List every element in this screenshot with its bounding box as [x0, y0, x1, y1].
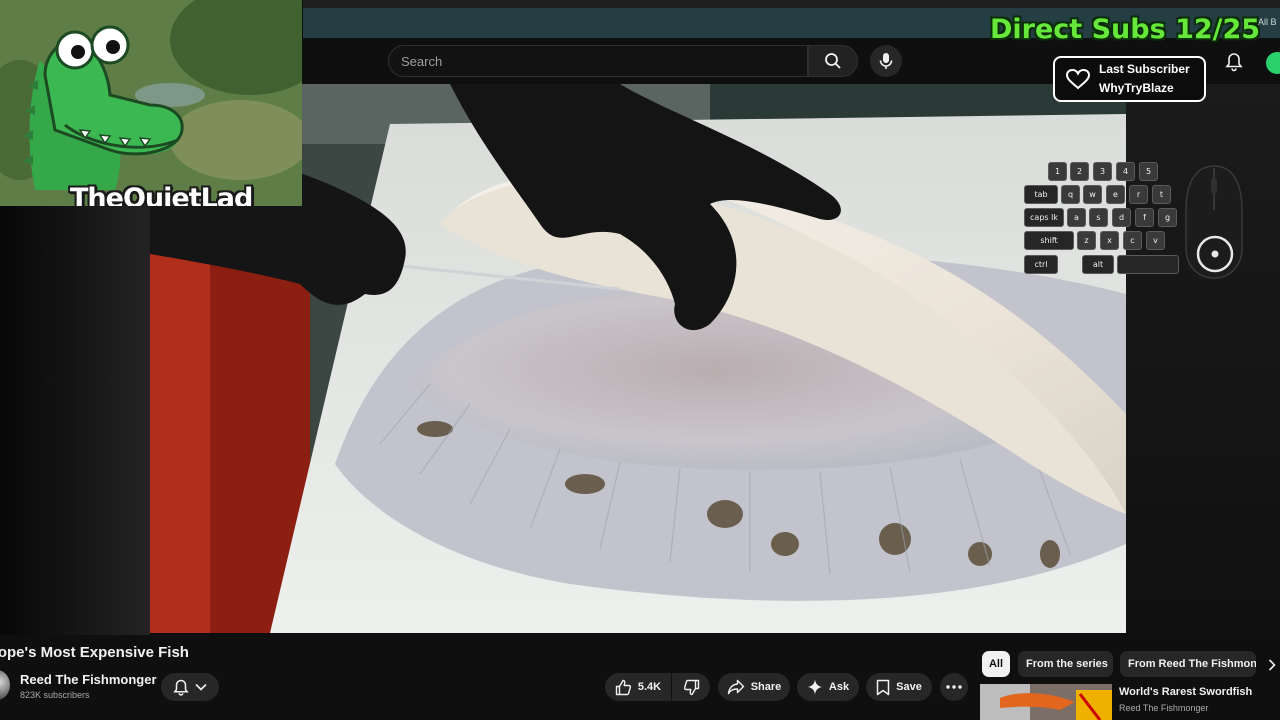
like-button[interactable]: 5.4K: [605, 673, 671, 701]
last-subscriber-text: Last Subscriber WhyTryBlaze: [1099, 60, 1190, 98]
chip-all[interactable]: All: [982, 651, 1010, 677]
share-button[interactable]: Share: [718, 673, 790, 701]
bookmark-icon: [876, 679, 890, 695]
recommendation-channel[interactable]: Reed The Fishmonger: [1119, 703, 1208, 713]
key-f: f: [1135, 208, 1154, 227]
key-1: 1: [1048, 162, 1067, 181]
key-5: 5: [1139, 162, 1158, 181]
key-g: g: [1158, 208, 1177, 227]
key-space: [1117, 255, 1179, 274]
voice-search-button[interactable]: [870, 45, 902, 77]
search-box[interactable]: [388, 45, 808, 77]
more-horizontal-icon: [946, 685, 962, 689]
like-count: 5.4K: [637, 681, 662, 693]
keyboard-overlay: 1 2 3 4 5 tab q w e r t caps lk a s d f …: [1024, 162, 1184, 280]
key-caps-lock: caps lk: [1024, 208, 1064, 227]
chip-from-the-series[interactable]: From the series: [1018, 651, 1113, 677]
webcam-overlay: TheQuietLad: [0, 0, 302, 206]
chevron-right-icon: [1268, 659, 1276, 671]
last-subscriber-name: WhyTryBlaze: [1099, 81, 1174, 95]
bell-icon: [173, 679, 189, 696]
key-z: z: [1077, 231, 1096, 250]
key-w: w: [1083, 185, 1102, 204]
mouse-overlay-icon: [1185, 165, 1243, 279]
save-button[interactable]: Save: [866, 673, 932, 701]
ask-button[interactable]: Ask: [797, 673, 859, 701]
key-q: q: [1061, 185, 1080, 204]
notifications-button[interactable]: [1222, 50, 1246, 74]
recommendation-thumbnail-image: [980, 684, 1112, 720]
browser-tab-strip: [303, 0, 1280, 8]
dislike-button[interactable]: [672, 673, 710, 701]
bell-icon: [1225, 53, 1243, 72]
video-title: rope's Most Expensive Fish: [0, 644, 189, 661]
channel-subscriber-count: 823K subscribers: [20, 690, 90, 700]
thumbs-up-icon: [615, 679, 631, 695]
subscription-bell-button[interactable]: [161, 673, 219, 701]
key-d: d: [1112, 208, 1131, 227]
ask-label: Ask: [828, 681, 850, 693]
subs-goal-counter: Direct Subs 12/25: [990, 14, 1261, 45]
key-shift: shift: [1024, 231, 1074, 250]
share-label: Share: [750, 681, 782, 693]
microphone-icon: [879, 53, 893, 69]
last-subscriber-label: Last Subscriber: [1099, 62, 1190, 76]
search-button[interactable]: [808, 45, 858, 77]
key-t: t: [1152, 185, 1171, 204]
key-4: 4: [1116, 162, 1135, 181]
last-subscriber-alert: Last Subscriber WhyTryBlaze: [1053, 56, 1206, 102]
chip-from-channel[interactable]: From Reed The Fishmonger: [1120, 651, 1256, 677]
recommendation-title[interactable]: World's Rarest Swordfish: [1119, 686, 1252, 698]
streamer-avatar-art: [0, 0, 302, 206]
key-s: s: [1089, 208, 1108, 227]
key-v: v: [1146, 231, 1165, 250]
heart-icon: [1065, 68, 1091, 90]
recommendation-thumbnail[interactable]: [980, 684, 1112, 720]
player-left-letterbox: [0, 205, 150, 635]
key-2: 2: [1070, 162, 1089, 181]
key-r: r: [1129, 185, 1148, 204]
share-icon: [727, 679, 744, 695]
search-input[interactable]: [401, 46, 801, 76]
key-3: 3: [1093, 162, 1112, 181]
chevron-down-icon: [195, 683, 207, 691]
streamer-name: TheQuietLad: [70, 183, 253, 206]
all-bookmarks-label: All B: [1258, 17, 1277, 27]
key-tab: tab: [1024, 185, 1058, 204]
thumbs-down-icon: [683, 679, 699, 695]
more-actions-button[interactable]: [940, 673, 968, 701]
key-ctrl: ctrl: [1024, 255, 1058, 274]
key-c: c: [1123, 231, 1142, 250]
key-a: a: [1067, 208, 1086, 227]
screen: All B Search TheQuietLad Direct Subs 12/…: [0, 0, 1280, 720]
key-e: e: [1106, 185, 1125, 204]
chips-next-button[interactable]: [1268, 658, 1276, 674]
channel-avatar[interactable]: [0, 670, 10, 700]
key-alt: alt: [1082, 255, 1114, 274]
search-icon: [825, 53, 841, 69]
save-label: Save: [896, 681, 922, 693]
key-x: x: [1100, 231, 1119, 250]
channel-name-link[interactable]: Reed The Fishmonger: [20, 672, 157, 687]
sparkle-icon: [807, 679, 823, 695]
